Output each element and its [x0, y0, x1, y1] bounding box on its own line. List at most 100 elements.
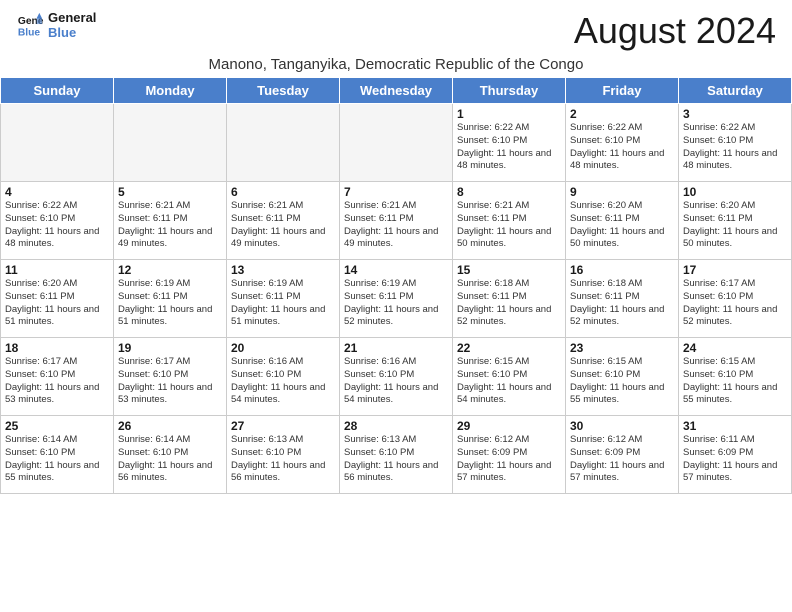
- day-number: 18: [5, 341, 109, 355]
- weekday-header-monday: Monday: [114, 78, 227, 104]
- day-number: 29: [457, 419, 561, 433]
- weekday-header-saturday: Saturday: [679, 78, 792, 104]
- day-info: Sunrise: 6:22 AM Sunset: 6:10 PM Dayligh…: [457, 122, 561, 173]
- day-info: Sunrise: 6:11 AM Sunset: 6:09 PM Dayligh…: [683, 434, 787, 485]
- day-number: 8: [457, 185, 561, 199]
- day-info: Sunrise: 6:22 AM Sunset: 6:10 PM Dayligh…: [570, 122, 674, 173]
- day-number: 31: [683, 419, 787, 433]
- calendar-table: SundayMondayTuesdayWednesdayThursdayFrid…: [0, 77, 792, 494]
- weekday-header-wednesday: Wednesday: [340, 78, 453, 104]
- day-info: Sunrise: 6:19 AM Sunset: 6:11 PM Dayligh…: [118, 278, 222, 329]
- day-info: Sunrise: 6:17 AM Sunset: 6:10 PM Dayligh…: [683, 278, 787, 329]
- calendar-week-2: 4Sunrise: 6:22 AM Sunset: 6:10 PM Daylig…: [1, 182, 792, 260]
- subtitle-container: Manono, Tanganyika, Democratic Republic …: [0, 56, 792, 73]
- day-info: Sunrise: 6:17 AM Sunset: 6:10 PM Dayligh…: [118, 356, 222, 407]
- day-info: Sunrise: 6:18 AM Sunset: 6:11 PM Dayligh…: [457, 278, 561, 329]
- day-info: Sunrise: 6:21 AM Sunset: 6:11 PM Dayligh…: [344, 200, 448, 251]
- day-info: Sunrise: 6:13 AM Sunset: 6:10 PM Dayligh…: [344, 434, 448, 485]
- day-info: Sunrise: 6:21 AM Sunset: 6:11 PM Dayligh…: [231, 200, 335, 251]
- calendar-cell: 11Sunrise: 6:20 AM Sunset: 6:11 PM Dayli…: [1, 260, 114, 338]
- day-info: Sunrise: 6:22 AM Sunset: 6:10 PM Dayligh…: [5, 200, 109, 251]
- calendar-cell: 28Sunrise: 6:13 AM Sunset: 6:10 PM Dayli…: [340, 416, 453, 494]
- day-number: 23: [570, 341, 674, 355]
- day-number: 16: [570, 263, 674, 277]
- calendar-cell: 17Sunrise: 6:17 AM Sunset: 6:10 PM Dayli…: [679, 260, 792, 338]
- day-info: Sunrise: 6:18 AM Sunset: 6:11 PM Dayligh…: [570, 278, 674, 329]
- calendar-cell: 4Sunrise: 6:22 AM Sunset: 6:10 PM Daylig…: [1, 182, 114, 260]
- day-info: Sunrise: 6:12 AM Sunset: 6:09 PM Dayligh…: [570, 434, 674, 485]
- day-number: 13: [231, 263, 335, 277]
- day-number: 20: [231, 341, 335, 355]
- weekday-header-tuesday: Tuesday: [227, 78, 340, 104]
- calendar-cell: 14Sunrise: 6:19 AM Sunset: 6:11 PM Dayli…: [340, 260, 453, 338]
- main-title: August 2024: [574, 10, 776, 52]
- day-number: 15: [457, 263, 561, 277]
- day-number: 5: [118, 185, 222, 199]
- day-number: 22: [457, 341, 561, 355]
- calendar-cell: 3Sunrise: 6:22 AM Sunset: 6:10 PM Daylig…: [679, 104, 792, 182]
- day-info: Sunrise: 6:20 AM Sunset: 6:11 PM Dayligh…: [5, 278, 109, 329]
- header: General Blue General Blue August 2024: [0, 0, 792, 56]
- day-info: Sunrise: 6:19 AM Sunset: 6:11 PM Dayligh…: [344, 278, 448, 329]
- day-info: Sunrise: 6:21 AM Sunset: 6:11 PM Dayligh…: [457, 200, 561, 251]
- calendar-cell: 5Sunrise: 6:21 AM Sunset: 6:11 PM Daylig…: [114, 182, 227, 260]
- day-number: 2: [570, 107, 674, 121]
- day-info: Sunrise: 6:14 AM Sunset: 6:10 PM Dayligh…: [118, 434, 222, 485]
- day-info: Sunrise: 6:15 AM Sunset: 6:10 PM Dayligh…: [683, 356, 787, 407]
- calendar-header-row: SundayMondayTuesdayWednesdayThursdayFrid…: [1, 78, 792, 104]
- day-number: 17: [683, 263, 787, 277]
- logo-line2: Blue: [48, 25, 96, 40]
- calendar-cell: 1Sunrise: 6:22 AM Sunset: 6:10 PM Daylig…: [453, 104, 566, 182]
- day-info: Sunrise: 6:14 AM Sunset: 6:10 PM Dayligh…: [5, 434, 109, 485]
- day-number: 10: [683, 185, 787, 199]
- calendar-cell: 18Sunrise: 6:17 AM Sunset: 6:10 PM Dayli…: [1, 338, 114, 416]
- day-number: 28: [344, 419, 448, 433]
- day-info: Sunrise: 6:20 AM Sunset: 6:11 PM Dayligh…: [570, 200, 674, 251]
- calendar-cell: 22Sunrise: 6:15 AM Sunset: 6:10 PM Dayli…: [453, 338, 566, 416]
- calendar-cell: 31Sunrise: 6:11 AM Sunset: 6:09 PM Dayli…: [679, 416, 792, 494]
- logo: General Blue General Blue: [16, 10, 96, 40]
- calendar-cell: 7Sunrise: 6:21 AM Sunset: 6:11 PM Daylig…: [340, 182, 453, 260]
- day-number: 11: [5, 263, 109, 277]
- day-info: Sunrise: 6:19 AM Sunset: 6:11 PM Dayligh…: [231, 278, 335, 329]
- svg-text:Blue: Blue: [18, 27, 41, 38]
- calendar-cell: 20Sunrise: 6:16 AM Sunset: 6:10 PM Dayli…: [227, 338, 340, 416]
- calendar-week-1: 1Sunrise: 6:22 AM Sunset: 6:10 PM Daylig…: [1, 104, 792, 182]
- calendar-cell: 23Sunrise: 6:15 AM Sunset: 6:10 PM Dayli…: [566, 338, 679, 416]
- calendar-week-3: 11Sunrise: 6:20 AM Sunset: 6:11 PM Dayli…: [1, 260, 792, 338]
- calendar-cell: 2Sunrise: 6:22 AM Sunset: 6:10 PM Daylig…: [566, 104, 679, 182]
- day-info: Sunrise: 6:22 AM Sunset: 6:10 PM Dayligh…: [683, 122, 787, 173]
- calendar-subtitle: Manono, Tanganyika, Democratic Republic …: [0, 56, 792, 73]
- calendar-cell: [227, 104, 340, 182]
- calendar-cell: [340, 104, 453, 182]
- day-number: 19: [118, 341, 222, 355]
- calendar-cell: 16Sunrise: 6:18 AM Sunset: 6:11 PM Dayli…: [566, 260, 679, 338]
- day-number: 25: [5, 419, 109, 433]
- day-number: 26: [118, 419, 222, 433]
- day-info: Sunrise: 6:17 AM Sunset: 6:10 PM Dayligh…: [5, 356, 109, 407]
- calendar-cell: 12Sunrise: 6:19 AM Sunset: 6:11 PM Dayli…: [114, 260, 227, 338]
- weekday-header-thursday: Thursday: [453, 78, 566, 104]
- calendar-cell: 9Sunrise: 6:20 AM Sunset: 6:11 PM Daylig…: [566, 182, 679, 260]
- calendar-cell: 6Sunrise: 6:21 AM Sunset: 6:11 PM Daylig…: [227, 182, 340, 260]
- day-info: Sunrise: 6:16 AM Sunset: 6:10 PM Dayligh…: [231, 356, 335, 407]
- calendar-week-5: 25Sunrise: 6:14 AM Sunset: 6:10 PM Dayli…: [1, 416, 792, 494]
- weekday-header-friday: Friday: [566, 78, 679, 104]
- day-number: 4: [5, 185, 109, 199]
- calendar-cell: [114, 104, 227, 182]
- day-number: 21: [344, 341, 448, 355]
- day-number: 14: [344, 263, 448, 277]
- calendar-cell: 15Sunrise: 6:18 AM Sunset: 6:11 PM Dayli…: [453, 260, 566, 338]
- day-info: Sunrise: 6:15 AM Sunset: 6:10 PM Dayligh…: [570, 356, 674, 407]
- calendar-cell: 8Sunrise: 6:21 AM Sunset: 6:11 PM Daylig…: [453, 182, 566, 260]
- calendar-cell: 24Sunrise: 6:15 AM Sunset: 6:10 PM Dayli…: [679, 338, 792, 416]
- day-info: Sunrise: 6:12 AM Sunset: 6:09 PM Dayligh…: [457, 434, 561, 485]
- calendar-cell: 25Sunrise: 6:14 AM Sunset: 6:10 PM Dayli…: [1, 416, 114, 494]
- logo-icon: General Blue: [16, 11, 44, 39]
- calendar-cell: 19Sunrise: 6:17 AM Sunset: 6:10 PM Dayli…: [114, 338, 227, 416]
- day-number: 1: [457, 107, 561, 121]
- title-block: August 2024: [574, 10, 776, 52]
- day-number: 27: [231, 419, 335, 433]
- day-number: 30: [570, 419, 674, 433]
- day-info: Sunrise: 6:16 AM Sunset: 6:10 PM Dayligh…: [344, 356, 448, 407]
